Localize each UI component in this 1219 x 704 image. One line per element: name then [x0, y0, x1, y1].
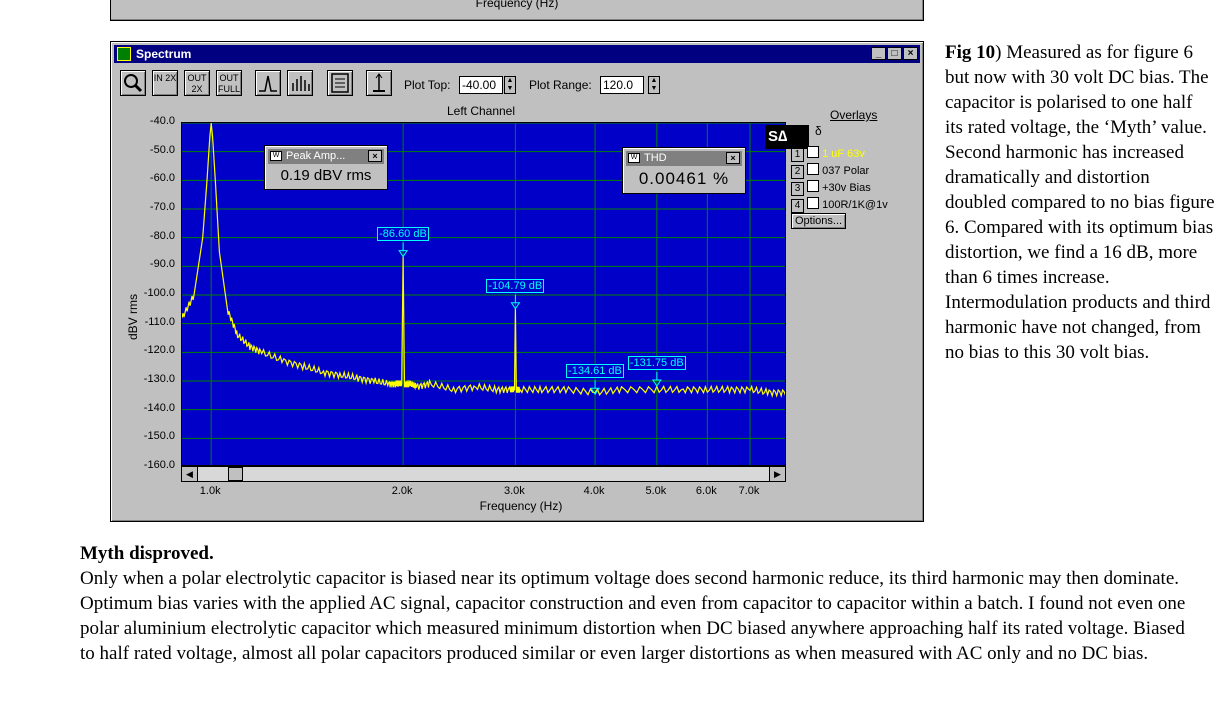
scale-icon[interactable]	[366, 70, 392, 96]
overlay-label: +30v Bias	[819, 182, 871, 194]
close-button[interactable]: ×	[903, 47, 918, 60]
previous-x-axis-label: Frequency (Hz)	[475, 0, 559, 10]
overlay-checkbox[interactable]	[807, 197, 820, 209]
delta-icon: δ	[815, 124, 822, 138]
section-paragraph: Only when a polar electrolytic capacitor…	[80, 568, 1186, 664]
thd-close-button[interactable]: ×	[726, 152, 740, 164]
plot-top-input[interactable]: -40.00	[459, 76, 503, 94]
x-tick-label: 4.0k	[583, 485, 605, 497]
y-tick-label: -130.0	[143, 373, 175, 385]
scroll-right-arrow[interactable]: ▶	[769, 467, 785, 481]
zoom-full-label: OUT FULL	[217, 73, 240, 94]
zoom-in-label: IN 2X	[153, 73, 177, 83]
overlay-number[interactable]: 2	[791, 165, 804, 179]
y-tick-label: -140.0	[143, 401, 175, 414]
overlay-label: 1 uF 63v	[819, 148, 865, 160]
peak-marker-label: -86.60 dB	[377, 226, 429, 241]
y-tick-label: -80.0	[149, 229, 175, 242]
line-mode-icon[interactable]	[255, 70, 281, 96]
x-tick-label: 5.0k	[645, 485, 667, 497]
peak-marker-label: -134.61 dB	[566, 364, 624, 379]
meter-icon: W	[270, 151, 282, 161]
app-icon	[117, 47, 131, 61]
figure-label: Fig 10	[945, 42, 996, 63]
section-body: Myth disproved. Only when a polar electr…	[80, 541, 1190, 666]
scroll-left-arrow[interactable]: ◀	[182, 467, 198, 481]
y-tick-label: -160.0	[143, 459, 175, 471]
thd-title-bar[interactable]: W THD ×	[626, 151, 742, 166]
overlay-item[interactable]: 4 100R/1K@1v	[791, 197, 888, 213]
zoom-icon[interactable]	[120, 70, 146, 96]
y-tick-label: -40.0	[149, 115, 175, 127]
spectrum-window: Spectrum _ □ × IN 2X OUT 2X OUT FULL Plo…	[110, 41, 924, 522]
zoom-out-full-button[interactable]: OUT FULL	[216, 70, 242, 96]
x-tick-label: 7.0k	[738, 485, 760, 497]
overlay-item[interactable]: 2 037 Polar	[791, 163, 869, 179]
plot-title: Left Channel	[446, 104, 516, 118]
overlay-item[interactable]: 1 1 uF 63v	[791, 146, 865, 162]
zoom-out-label: OUT 2X	[187, 73, 207, 94]
bar-mode-icon[interactable]	[287, 70, 313, 96]
minimize-button[interactable]: _	[871, 47, 886, 60]
zoom-out-2x-button[interactable]: OUT 2X	[184, 70, 210, 96]
plot-top-label: Plot Top:	[404, 78, 451, 92]
y-tick-label: -70.0	[149, 201, 175, 213]
peak-amp-value: 0.19 dBV rms	[280, 167, 372, 184]
overlay-checkbox[interactable]	[807, 180, 820, 192]
thd-window[interactable]: W THD × 0.00461 %	[622, 147, 746, 194]
maximize-button[interactable]: □	[887, 47, 902, 60]
overlay-label: 037 Polar	[819, 165, 870, 177]
plot-top-spinner[interactable]: ▲ ▼	[504, 76, 516, 94]
y-tick-label: -50.0	[149, 143, 175, 156]
y-tick-label: -60.0	[149, 172, 175, 185]
plot-range-label: Plot Range:	[529, 78, 592, 92]
title-bar[interactable]: Spectrum _ □ ×	[114, 45, 920, 63]
y-tick-label: -150.0	[143, 430, 175, 443]
peak-marker-label: -104.79 dB	[486, 278, 545, 293]
peak-amp-window[interactable]: W Peak Amp... × 0.19 dBV rms	[264, 145, 388, 190]
overlay-label: 100R/1K@1v	[819, 199, 888, 211]
zoom-in-2x-button[interactable]: IN 2X	[152, 70, 178, 96]
overlay-item[interactable]: 3 +30v Bias	[791, 180, 871, 196]
horizontal-scrollbar[interactable]: ◀ ▶	[181, 466, 786, 482]
previous-figure-window: Frequency (Hz)	[110, 0, 924, 21]
x-tick-label: 6.0k	[695, 485, 717, 497]
y-axis-label: dBV rms	[126, 294, 140, 341]
peak-amp-close-button[interactable]: ×	[368, 150, 382, 162]
overlay-number[interactable]: 3	[791, 182, 804, 196]
peak-marker-label: -131.75 dB	[627, 356, 686, 371]
overlays-title: Overlays	[830, 108, 878, 122]
peak-amp-title-bar[interactable]: W Peak Amp... ×	[268, 149, 384, 164]
thd-title: THD	[644, 152, 667, 164]
meter-icon: W	[628, 153, 640, 163]
y-tick-label: -90.0	[149, 258, 175, 271]
plot-range-input[interactable]: 120.0	[600, 76, 644, 94]
x-tick-label: 3.0k	[503, 485, 525, 497]
overlay-checkbox[interactable]	[807, 146, 820, 158]
window-title: Spectrum	[136, 47, 192, 61]
peak-amp-title: Peak Amp...	[286, 150, 346, 162]
overlay-number[interactable]: 1	[791, 148, 804, 162]
overlay-number[interactable]: 4	[791, 199, 804, 213]
scroll-thumb[interactable]	[228, 467, 243, 481]
overlay-checkbox[interactable]	[807, 163, 820, 175]
caption-text: ) Measured as for figure 6 but now with …	[945, 42, 1215, 363]
figure-caption: Fig 10) Measured as for figure 6 but now…	[945, 40, 1215, 365]
x-tick-label: 2.0k	[391, 485, 413, 497]
options-button[interactable]: Options...	[791, 213, 847, 229]
x-axis-label: Frequency (Hz)	[479, 499, 563, 513]
x-tick-label: 1.0k	[199, 485, 221, 497]
thd-value: 0.00461 %	[638, 169, 730, 188]
section-heading: Myth disproved.	[80, 543, 214, 564]
plot-range-spinner[interactable]: ▲ ▼	[648, 76, 660, 94]
properties-icon[interactable]	[327, 70, 353, 96]
